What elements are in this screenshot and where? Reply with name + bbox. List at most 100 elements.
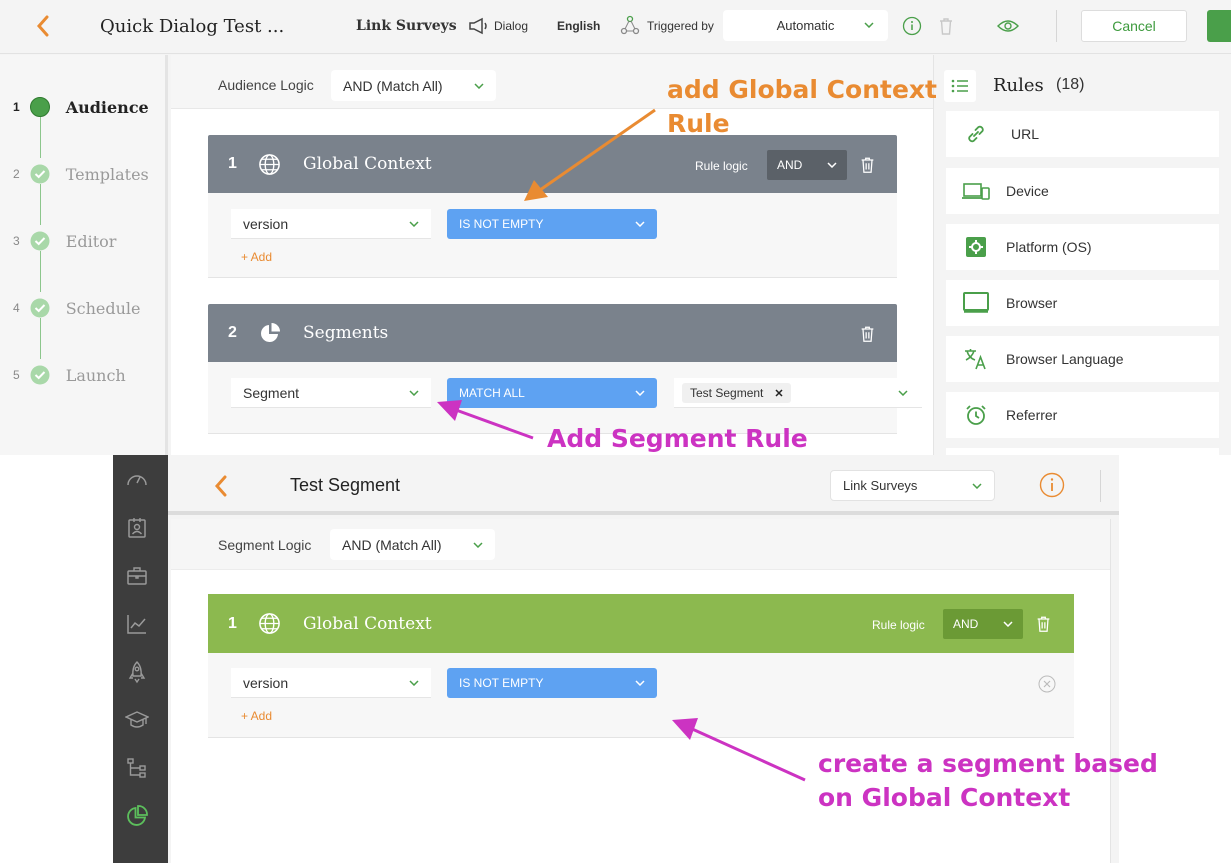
info-icon[interactable] <box>1039 472 1065 498</box>
back-arrow-icon[interactable] <box>36 15 50 37</box>
briefcase-icon[interactable] <box>125 564 149 588</box>
step-connector <box>40 251 41 292</box>
context-field-value: version <box>243 674 289 691</box>
rule-item-referrer[interactable]: Referrer <box>946 392 1219 438</box>
chevron-down-icon <box>473 541 483 548</box>
step-number: 1 <box>13 100 20 114</box>
segment-logic-label: Segment Logic <box>218 537 312 553</box>
rocket-icon[interactable] <box>125 660 149 684</box>
contacts-icon[interactable] <box>125 516 149 540</box>
delete-card-trash-icon[interactable] <box>860 156 875 174</box>
audience-logic-label: Audience Logic <box>218 77 314 93</box>
rule-item-url[interactable]: URL <box>946 111 1219 157</box>
segment-field-select[interactable]: Segment <box>231 378 431 408</box>
rule-item-browser[interactable]: Browser <box>946 280 1219 326</box>
chevron-down-icon[interactable] <box>898 390 908 396</box>
step-number: 3 <box>13 234 20 248</box>
trash-icon[interactable] <box>938 16 954 36</box>
context-field-select[interactable]: version <box>231 668 431 698</box>
step-schedule[interactable]: 4 Schedule <box>13 298 141 318</box>
step-audience[interactable]: 1 Audience <box>13 97 149 117</box>
add-condition-link[interactable]: + Add <box>241 250 272 264</box>
rules-panel: Rules (18) URL Device Platform (OS) Brow… <box>933 55 1231 455</box>
step-connector <box>40 117 41 158</box>
trigger-select-value: Automatic <box>776 18 835 33</box>
rule-logic-value: AND <box>953 617 979 631</box>
rule-item-label: Platform (OS) <box>1006 239 1092 255</box>
speedometer-icon[interactable] <box>125 469 149 493</box>
audience-logic-value: AND (Match All) <box>343 77 443 94</box>
annotation-add-segment-rule: Add Segment Rule <box>547 424 808 453</box>
remove-condition-icon[interactable] <box>1038 675 1056 693</box>
remove-tag-x-icon[interactable] <box>775 389 783 397</box>
audience-logic-select[interactable]: AND (Match All) <box>331 70 496 101</box>
save-button[interactable] <box>1207 10 1231 42</box>
divider <box>1056 10 1057 42</box>
browser-icon <box>946 292 1006 314</box>
triggered-by-label: Triggered by <box>647 19 714 33</box>
hierarchy-icon[interactable] <box>125 756 149 780</box>
annotation-add-global-context: add Global Context Rule <box>667 75 937 138</box>
step-connector <box>40 318 41 359</box>
delete-card-trash-icon[interactable] <box>860 325 875 343</box>
check-circle-icon <box>30 164 50 184</box>
rule-logic-select[interactable]: AND <box>767 150 847 180</box>
rule-logic-label: Rule logic <box>872 618 925 632</box>
chevron-down-icon <box>635 680 645 686</box>
cancel-button[interactable]: Cancel <box>1081 10 1187 42</box>
back-arrow-icon[interactable] <box>214 475 228 497</box>
context-field-select[interactable]: version <box>231 209 431 239</box>
segment-logic-select[interactable]: AND (Match All) <box>330 529 495 560</box>
list-icon[interactable] <box>944 70 976 102</box>
step-launch[interactable]: 5 Launch <box>13 365 126 385</box>
operator-value: IS NOT EMPTY <box>459 217 544 231</box>
delete-card-trash-icon[interactable] <box>1036 615 1051 633</box>
operator-select[interactable]: IS NOT EMPTY <box>447 668 657 698</box>
survey-type-label[interactable]: Link Surveys <box>356 18 457 34</box>
chevron-down-icon <box>474 82 484 89</box>
top-header-bar: Quick Dialog Test ... Link Surveys Dialo… <box>0 0 1231 54</box>
pie-chart-icon <box>259 322 281 344</box>
segment-multiselect[interactable]: Test Segment <box>674 378 922 408</box>
rule-item-browser-language[interactable]: Browser Language <box>946 336 1219 382</box>
translate-icon <box>946 348 1006 370</box>
trigger-select[interactable]: Automatic <box>723 10 888 41</box>
rule-item-label: URL <box>1011 126 1040 142</box>
chevron-down-icon <box>409 220 419 227</box>
match-select[interactable]: MATCH ALL <box>447 378 657 408</box>
chevron-down-icon <box>972 482 982 489</box>
rule-logic-select[interactable]: AND <box>943 609 1023 639</box>
card-number: 1 <box>228 155 237 172</box>
chevron-down-icon <box>409 389 419 396</box>
step-editor[interactable]: 3 Editor <box>13 231 116 251</box>
eye-icon[interactable] <box>997 18 1019 34</box>
step-label: Audience <box>65 97 149 117</box>
language-label[interactable]: English <box>557 19 600 33</box>
analytics-icon[interactable] <box>125 612 149 636</box>
segment-global-context-card-body: version IS NOT EMPTY + Add <box>208 653 1074 738</box>
megaphone-icon <box>468 17 490 35</box>
segment-logic-value: AND (Match All) <box>342 536 442 553</box>
rule-item-label: Browser <box>1006 295 1058 311</box>
rule-item-platform[interactable]: Platform (OS) <box>946 224 1219 270</box>
segments-pie-icon[interactable] <box>125 804 149 828</box>
chevron-down-icon <box>1003 621 1013 627</box>
survey-type-select[interactable]: Link Surveys <box>830 470 995 501</box>
graduation-cap-icon[interactable] <box>125 708 149 732</box>
step-label: Editor <box>65 231 117 251</box>
info-icon[interactable] <box>902 16 922 36</box>
card-title: Global Context <box>303 614 432 634</box>
format-label[interactable]: Dialog <box>494 19 528 33</box>
platform-icon <box>946 236 1006 258</box>
rule-logic-label: Rule logic <box>695 159 748 173</box>
operator-select[interactable]: IS NOT EMPTY <box>447 209 657 239</box>
check-circle-icon <box>30 298 50 318</box>
segment-logic-bar: Segment Logic AND (Match All) <box>171 519 1110 570</box>
add-condition-link[interactable]: + Add <box>241 709 272 723</box>
rule-item-partial[interactable] <box>946 448 1219 455</box>
step-label: Launch <box>65 365 126 385</box>
survey-title: Quick Dialog Test ... <box>100 16 285 37</box>
rule-item-device[interactable]: Device <box>946 168 1219 214</box>
chevron-down-icon <box>864 22 874 28</box>
step-templates[interactable]: 2 Templates <box>13 164 149 184</box>
